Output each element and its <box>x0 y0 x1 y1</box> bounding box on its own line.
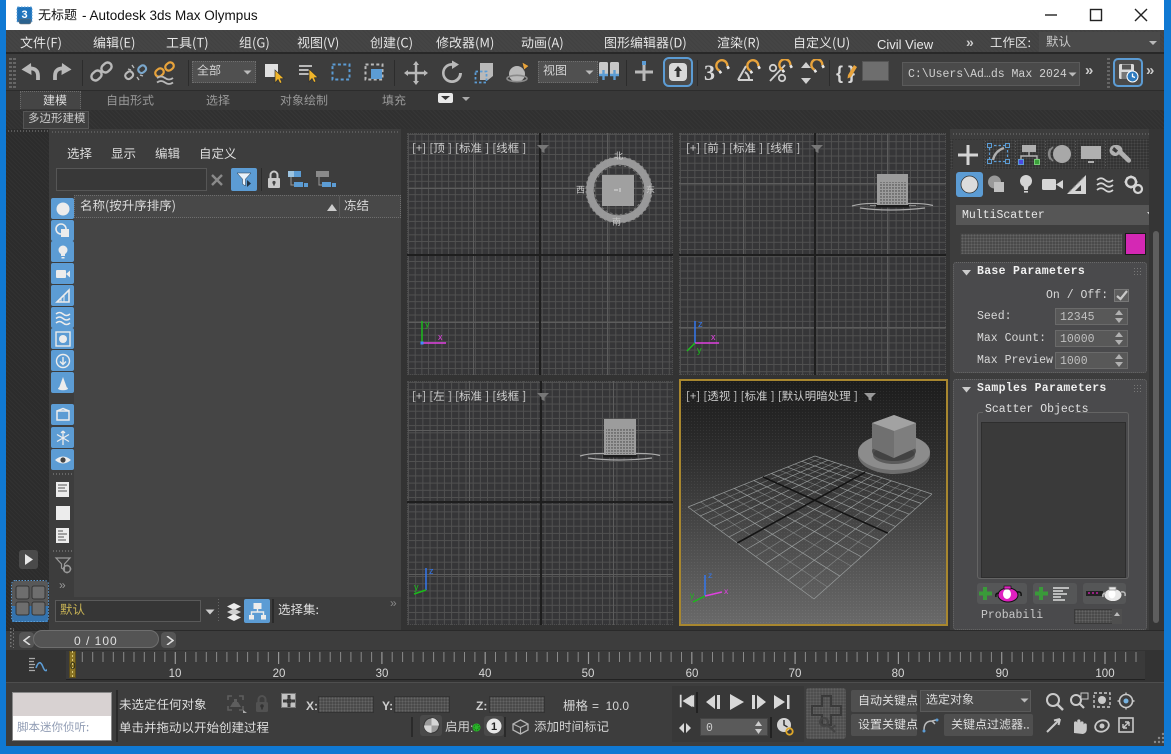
svg-text:x: x <box>711 332 716 342</box>
svg-text:80: 80 <box>892 668 905 680</box>
svg-text:z: z <box>698 319 703 329</box>
svg-text:y: y <box>414 582 419 592</box>
svg-text:y: y <box>425 319 430 329</box>
svg-text:10: 10 <box>169 668 182 680</box>
svg-text:30: 30 <box>376 668 389 680</box>
svg-text:{: { <box>836 63 843 83</box>
svg-text:90: 90 <box>996 668 1009 680</box>
svg-text:50: 50 <box>582 668 595 680</box>
svg-text:y: y <box>697 345 702 355</box>
svg-text:z: z <box>429 566 434 576</box>
svg-text:z: z <box>708 570 712 580</box>
svg-text:1: 1 <box>491 721 497 733</box>
svg-text:20: 20 <box>273 668 286 680</box>
svg-text:60: 60 <box>686 668 699 680</box>
svg-text:70: 70 <box>789 668 802 680</box>
svg-text:y: y <box>690 590 695 600</box>
svg-text:3: 3 <box>704 60 715 85</box>
svg-text:x: x <box>438 332 443 342</box>
svg-text:100: 100 <box>1095 668 1114 680</box>
svg-text:x: x <box>724 586 729 596</box>
svg-text:40: 40 <box>479 668 492 680</box>
